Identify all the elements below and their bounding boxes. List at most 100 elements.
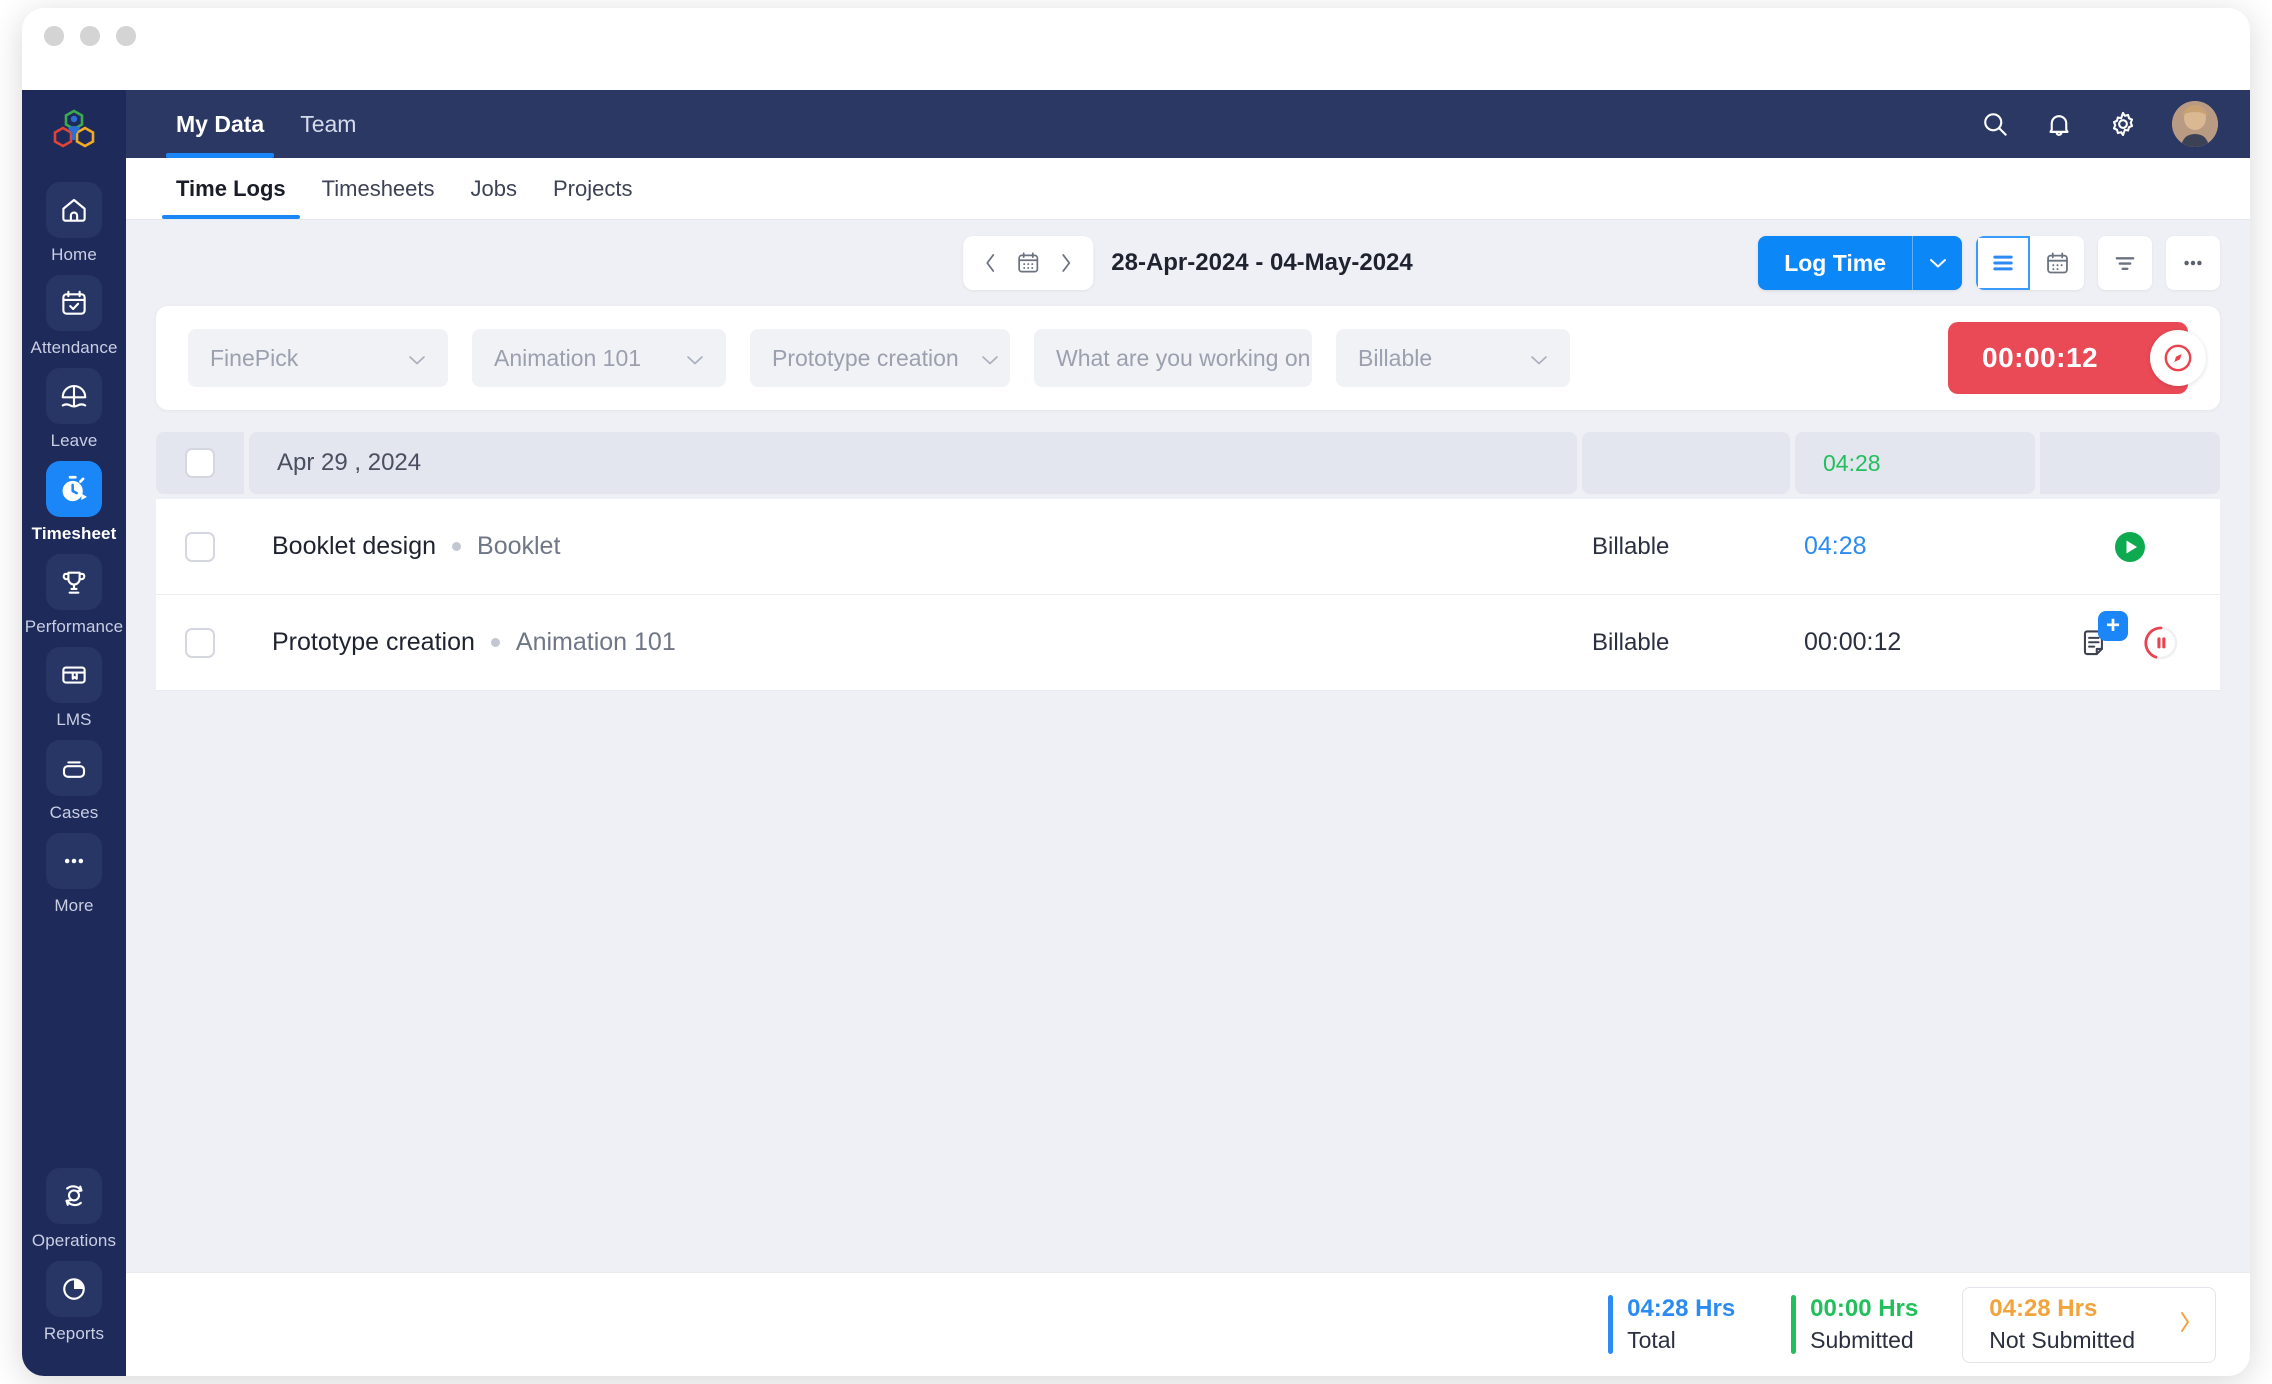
top-tab-my-data[interactable]: My Data	[158, 90, 282, 158]
top-tab-label: Team	[300, 110, 357, 137]
sidebar-item-more[interactable]: More	[38, 833, 110, 916]
stopwatch-icon[interactable]	[2150, 330, 2206, 386]
sidebar-item-operations[interactable]: Operations	[32, 1168, 116, 1251]
sidebar-item-home[interactable]: Home	[38, 182, 110, 265]
play-icon[interactable]	[2110, 527, 2150, 567]
calendar-icon[interactable]	[1015, 246, 1041, 280]
sidebar-item-performance[interactable]: Performance	[25, 554, 123, 637]
tab-projects[interactable]: Projects	[535, 158, 650, 219]
row-checkbox[interactable]	[185, 627, 215, 658]
total-hours-stat: 04:28 Hrs Total	[1580, 1295, 1763, 1354]
not-submitted-card[interactable]: 04:28 Hrs Not Submitted	[1962, 1286, 2216, 1363]
chevron-down-icon	[386, 345, 426, 372]
sidebar-item-lms[interactable]: LMS	[38, 647, 110, 730]
date-range-label: 28-Apr-2024 - 04-May-2024	[1111, 249, 1413, 276]
work-note-input[interactable]: What are you working on	[1034, 329, 1312, 387]
total-hours-label: Total	[1627, 1327, 1676, 1353]
view-mode-toggle	[1976, 236, 2084, 290]
chevron-down-icon	[959, 345, 999, 372]
total-hours-value: 04:28 Hrs	[1627, 1295, 1736, 1322]
user-avatar[interactable]	[2172, 101, 2218, 147]
window-close-button[interactable]	[44, 26, 64, 46]
group-billable-cell	[1582, 432, 1790, 494]
timer-icon	[46, 461, 102, 517]
brand-logo-icon[interactable]	[46, 104, 102, 160]
sidebar-item-label: Leave	[50, 431, 98, 450]
total-accent-bar	[1608, 1295, 1614, 1354]
job-select[interactable]: Animation 101	[472, 329, 726, 387]
row-actions	[2040, 527, 2220, 567]
pause-icon[interactable]	[2140, 622, 2182, 664]
search-icon[interactable]	[1980, 109, 2010, 139]
tab-timesheets[interactable]: Timesheets	[304, 158, 453, 219]
window-maximize-button[interactable]	[116, 26, 136, 46]
bell-icon[interactable]	[2044, 109, 2074, 139]
gear-icon[interactable]	[2108, 109, 2138, 139]
toolbar-actions: Log Time	[1758, 236, 2220, 290]
row-task-name: Booklet design	[272, 532, 437, 560]
top-tab-label: My Data	[176, 110, 265, 137]
table-row[interactable]: Prototype creation Animation 101 Billabl…	[156, 595, 2220, 691]
tab-time-logs[interactable]: Time Logs	[158, 158, 304, 219]
chevron-down-icon[interactable]	[1912, 236, 1962, 290]
app-window: Home Attendance Leave Timesheet Performa…	[22, 8, 2250, 1376]
more-options-icon[interactable]	[2166, 236, 2220, 290]
log-time-button[interactable]: Log Time	[1758, 236, 1912, 290]
submitted-hours-value: 00:00 Hrs	[1810, 1295, 1919, 1322]
topbar-actions	[1980, 90, 2250, 158]
row-job-name: Animation 101	[515, 628, 676, 656]
submitted-accent-bar	[1791, 1295, 1797, 1354]
sidebar-item-label: Attendance	[30, 338, 118, 357]
group-total-duration: 04:28	[1795, 432, 2035, 494]
date-stepper	[963, 236, 1094, 290]
beach-umbrella-icon	[46, 368, 102, 424]
pie-chart-icon	[46, 1261, 102, 1317]
task-select[interactable]: Prototype creation	[750, 329, 1010, 387]
list-view-icon[interactable]	[1976, 236, 2030, 290]
submitted-hours-label: Submitted	[1810, 1327, 1914, 1353]
group-action-cell	[2040, 432, 2220, 494]
row-checkbox[interactable]	[185, 531, 215, 562]
content-toolbar: 28-Apr-2024 - 04-May-2024 Log Time	[126, 220, 2250, 306]
chevron-right-icon[interactable]	[1053, 246, 1079, 280]
sidebar-item-timesheet[interactable]: Timesheet	[32, 461, 116, 544]
log-time-group: Log Time	[1758, 236, 1962, 290]
running-timer-value: 00:00:12	[1982, 342, 2099, 373]
sidebar-item-cases[interactable]: Cases	[38, 740, 110, 823]
calendar-view-icon[interactable]	[2030, 236, 2084, 290]
chevron-left-icon[interactable]	[977, 246, 1003, 280]
home-icon	[46, 182, 102, 238]
separator-dot-icon	[490, 638, 500, 647]
add-note-icon[interactable]: +	[2078, 610, 2128, 661]
sidebar-item-reports[interactable]: Reports	[38, 1261, 110, 1344]
sidebar-item-label: Reports	[43, 1324, 105, 1343]
sidebar-item-leave[interactable]: Leave	[38, 368, 110, 451]
sidebar-item-attendance[interactable]: Attendance	[31, 275, 117, 358]
tab-label: Projects	[553, 175, 633, 201]
group-select-all-checkbox[interactable]	[185, 448, 215, 478]
sidebar-bottom-group: Operations Reports	[32, 1168, 116, 1376]
billable-select[interactable]: Billable	[1336, 329, 1570, 387]
sidebar-item-label: LMS	[56, 710, 92, 729]
top-tab-team[interactable]: Team	[282, 90, 374, 158]
tab-jobs[interactable]: Jobs	[453, 158, 535, 219]
filter-icon[interactable]	[2098, 236, 2152, 290]
tab-label: Timesheets	[321, 175, 435, 201]
row-billable-status: Billable	[1592, 532, 1670, 560]
chevron-right-icon[interactable]	[2177, 1309, 2193, 1340]
separator-dot-icon	[452, 542, 462, 551]
project-select-value: FinePick	[210, 344, 299, 371]
window-traffic-lights	[44, 26, 136, 46]
table-row[interactable]: Booklet design Booklet Billable 04:28	[156, 499, 2220, 595]
row-title-cell: Booklet design Booklet	[244, 532, 1592, 561]
tab-label: Jobs	[470, 175, 517, 201]
top-navigation-bar: My Data Team	[126, 90, 2250, 158]
work-note-placeholder: What are you working on	[1056, 344, 1311, 371]
project-select[interactable]: FinePick	[188, 329, 448, 387]
running-timer[interactable]: 00:00:12	[1948, 322, 2206, 394]
window-minimize-button[interactable]	[80, 26, 100, 46]
job-select-value: Animation 101	[494, 344, 642, 371]
section-tabs: Time Logs Timesheets Jobs Projects	[126, 158, 2250, 220]
sidebar-item-label: Operations	[31, 1231, 117, 1250]
sidebar-item-label: Timesheet	[31, 524, 117, 543]
